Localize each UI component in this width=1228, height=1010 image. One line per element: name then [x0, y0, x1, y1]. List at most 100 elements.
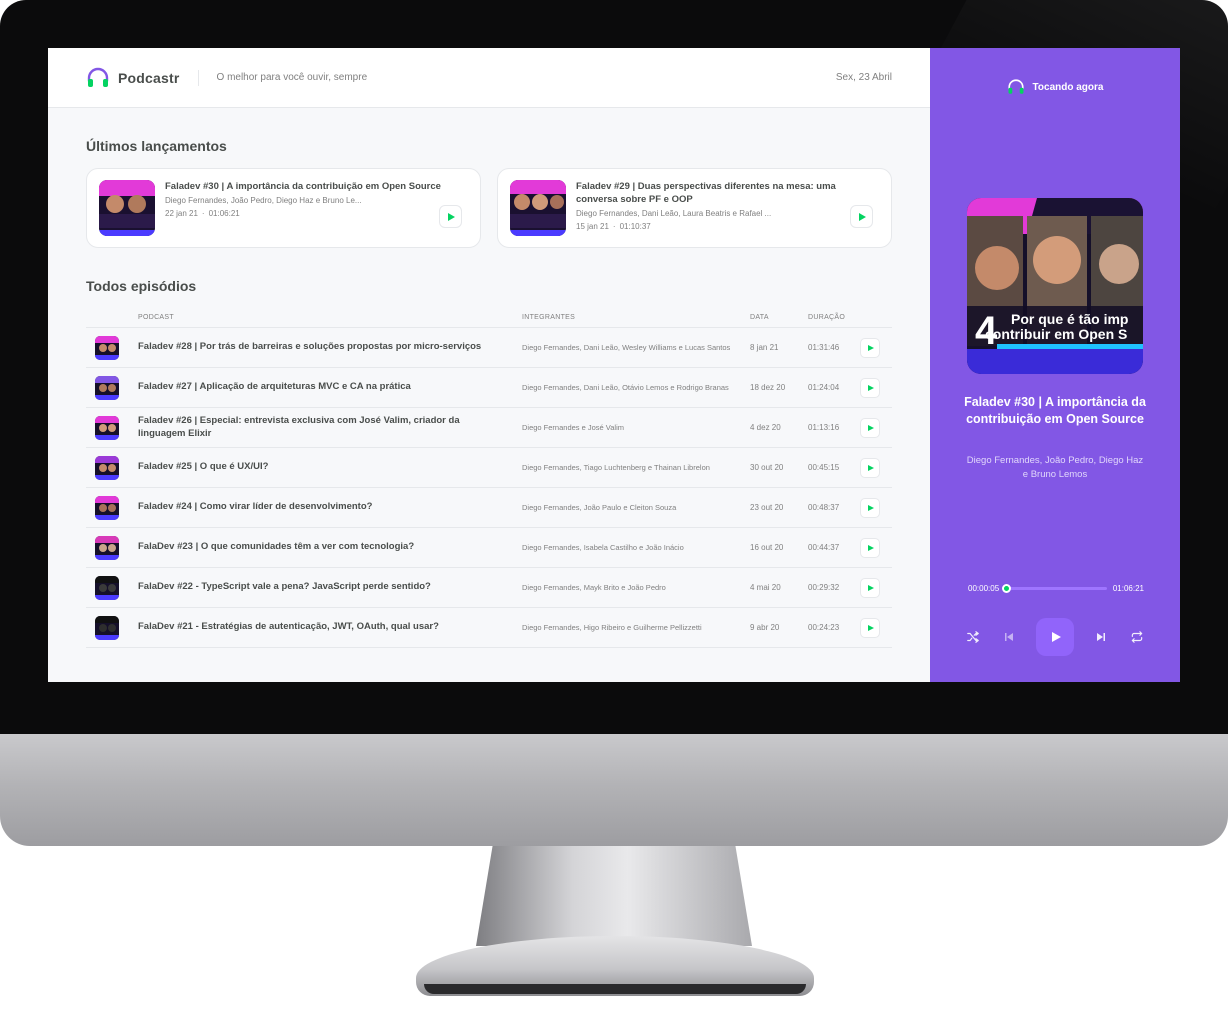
episode-duration: 00:44:37	[808, 527, 860, 568]
play-icon	[868, 384, 874, 391]
episode-thumbnail[interactable]	[95, 535, 119, 560]
play-button[interactable]	[860, 617, 880, 638]
row-play-cell	[860, 447, 892, 488]
latest-episode-title[interactable]: Faladev #30 | A importância da contribui…	[165, 180, 455, 193]
episode-members: Diego Fernandes, Tiago Luchtenberg e Tha…	[522, 447, 750, 488]
episode-thumbnail[interactable]	[99, 180, 155, 236]
latest-episode-meta: 22 jan 21 · 01:06:21	[165, 209, 455, 218]
table-header-row: PODCAST INTEGRANTES DATA DURAÇÃO	[86, 310, 892, 328]
table-row[interactable]: Faladev #24 | Como virar líder de desenv…	[86, 487, 892, 528]
playing-episode-title: Faladev #30 | A importância da contribui…	[964, 395, 1146, 426]
episode-duration: 00:45:15	[808, 447, 860, 488]
episode-title[interactable]: FalaDev #21 - Estratégias de autenticaçã…	[138, 607, 522, 648]
table-row[interactable]: Faladev #27 | Aplicação de arquiteturas …	[86, 367, 892, 408]
column-header-play	[860, 310, 892, 328]
play-button[interactable]	[860, 577, 880, 598]
row-thumb-cell	[86, 567, 138, 608]
latest-section-title: Últimos lançamentos	[86, 138, 227, 154]
episode-date: 30 out 20	[750, 447, 808, 488]
table-row[interactable]: Faladev #26 | Especial: entrevista exclu…	[86, 407, 892, 448]
play-icon	[868, 624, 874, 631]
table-row[interactable]: FalaDev #22 - TypeScript vale a pena? Ja…	[86, 567, 892, 608]
episode-members: Diego Fernandes, Higo Ribeiro e Guilherm…	[522, 607, 750, 648]
episode-date: 23 out 20	[750, 487, 808, 528]
next-button[interactable]	[1092, 628, 1110, 646]
episode-duration: 01:13:16	[808, 407, 860, 448]
episode-thumbnail[interactable]	[95, 495, 119, 520]
episode-members: Diego Fernandes, Mayk Brito e João Pedro	[522, 567, 750, 608]
episode-title[interactable]: FalaDev #22 - TypeScript vale a pena? Ja…	[138, 567, 522, 608]
play-button[interactable]	[860, 457, 880, 478]
episode-duration: 01:24:04	[808, 367, 860, 408]
row-play-cell	[860, 327, 892, 368]
episode-title[interactable]: Faladev #26 | Especial: entrevista exclu…	[138, 407, 522, 448]
episode-date: 4 dez 20	[750, 407, 808, 448]
play-button[interactable]	[860, 537, 880, 558]
episode-members: Diego Fernandes e José Valim	[522, 407, 750, 448]
shuffle-icon	[967, 631, 979, 643]
progress-bar: 00:00:05 01:06:21	[968, 584, 1144, 593]
episode-title[interactable]: Faladev #28 | Por trás de barreiras e so…	[138, 327, 522, 368]
play-button[interactable]	[850, 205, 873, 228]
episode-thumbnail[interactable]	[95, 335, 119, 360]
app-tagline: O melhor para você ouvir, sempre	[216, 72, 368, 83]
row-thumb-cell	[86, 407, 138, 448]
player-panel: Tocando agora 4 Por que é tão imp contri…	[930, 48, 1180, 682]
play-button[interactable]	[860, 337, 880, 358]
episode-members: Diego Fernandes, Dani Leão, Wesley Willi…	[522, 327, 750, 368]
app-logo[interactable]: Podcastr	[86, 66, 180, 90]
episode-title[interactable]: Faladev #25 | O que é UX/UI?	[138, 447, 522, 488]
play-icon	[868, 344, 874, 351]
shuffle-button[interactable]	[964, 628, 982, 646]
episode-thumbnail[interactable]	[510, 180, 566, 236]
main-content: Últimos lançamentos Faladev #30 | A impo…	[48, 138, 930, 648]
row-thumb-cell	[86, 607, 138, 648]
episode-thumbnail[interactable]	[95, 415, 119, 440]
episode-date: 16 out 20	[750, 527, 808, 568]
column-header-thumb	[86, 310, 138, 328]
play-pause-button[interactable]	[1036, 618, 1074, 656]
player-cover-image: 4 Por que é tão imp contribuir em Open S	[967, 198, 1143, 374]
episode-thumbnail[interactable]	[95, 455, 119, 480]
play-button[interactable]	[860, 417, 880, 438]
latest-episode-meta: 15 jan 21 · 01:10:37	[576, 222, 866, 231]
episode-thumbnail[interactable]	[95, 375, 119, 400]
monitor-stand-neck	[476, 846, 752, 946]
play-button[interactable]	[439, 205, 462, 228]
main-area: Podcastr O melhor para você ouvir, sempr…	[48, 48, 930, 682]
skip-next-icon	[1097, 633, 1105, 641]
episode-date: 18 dez 20	[750, 367, 808, 408]
table-row[interactable]: Faladev #25 | O que é UX/UI? Diego Fernan…	[86, 447, 892, 488]
play-icon	[868, 424, 874, 431]
cover-text-line2: contribuir em Open S	[985, 326, 1127, 342]
current-date: Sex, 23 Abril	[835, 72, 892, 83]
episode-date: 8 jan 21	[750, 327, 808, 368]
player-cover-art: 4 Por que é tão imp contribuir em Open S	[967, 198, 1143, 374]
repeat-button[interactable]	[1128, 628, 1146, 646]
previous-button[interactable]	[1000, 628, 1018, 646]
latest-episode-members: Diego Fernandes, Dani Leão, Laura Beatri…	[576, 209, 772, 218]
repeat-icon	[1131, 631, 1143, 643]
latest-episode-card[interactable]: Faladev #30 | A importância da contribui…	[86, 168, 481, 248]
play-button[interactable]	[860, 497, 880, 518]
play-icon	[448, 212, 455, 221]
latest-episode-title[interactable]: Faladev #29 | Duas perspectivas diferent…	[576, 180, 866, 206]
now-playing-label: Tocando agora	[1032, 81, 1104, 93]
table-row[interactable]: Faladev #28 | Por trás de barreiras e so…	[86, 327, 892, 368]
episode-title[interactable]: FalaDev #23 | O que comunidades têm a ve…	[138, 527, 522, 568]
progress-handle[interactable]	[1001, 584, 1011, 593]
cover-text-line1: Por que é tão imp	[1011, 311, 1128, 327]
episode-title[interactable]: Faladev #27 | Aplicação de arquiteturas …	[138, 367, 522, 408]
latest-episode-card[interactable]: Faladev #29 | Duas perspectivas diferent…	[497, 168, 892, 248]
episode-members: Diego Fernandes, Isabela Castilho e João…	[522, 527, 750, 568]
table-row[interactable]: FalaDev #21 - Estratégias de autenticaçã…	[86, 607, 892, 648]
progress-slider[interactable]	[1001, 584, 1107, 593]
episode-thumbnail[interactable]	[95, 575, 119, 600]
episode-date: 4 mai 20	[750, 567, 808, 608]
episode-title[interactable]: Faladev #24 | Como virar líder de desenv…	[138, 487, 522, 528]
episode-thumbnail[interactable]	[95, 615, 119, 640]
row-play-cell	[860, 487, 892, 528]
play-button[interactable]	[860, 377, 880, 398]
table-row[interactable]: FalaDev #23 | O que comunidades têm a ve…	[86, 527, 892, 568]
app-name: Podcastr	[118, 69, 180, 86]
